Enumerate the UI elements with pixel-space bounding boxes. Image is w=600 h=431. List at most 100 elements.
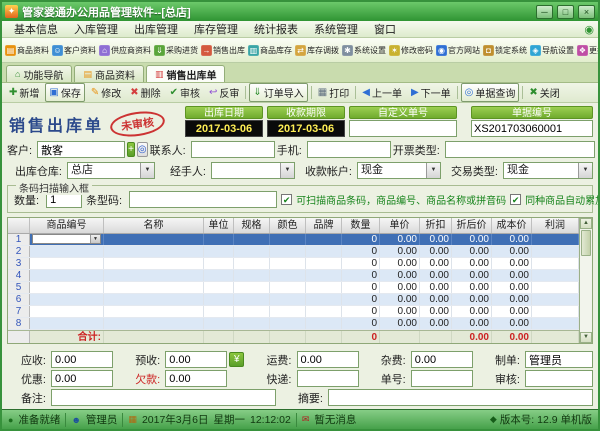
bill-query-button[interactable]: ◎单据查询: [461, 83, 520, 102]
cell-dprice[interactable]: 0.00: [452, 234, 492, 245]
cell-name[interactable]: [104, 258, 204, 269]
cell-discount[interactable]: 0.00: [420, 282, 452, 293]
handler-combo[interactable]: ▼: [211, 162, 295, 179]
cell-spec[interactable]: [234, 270, 270, 281]
cell-spec[interactable]: [234, 246, 270, 257]
auditor-input[interactable]: [525, 370, 593, 387]
warehouse-combo[interactable]: 总店 ▼: [67, 162, 155, 179]
cell-price[interactable]: 0.00: [380, 306, 420, 317]
cell-profit[interactable]: [532, 306, 579, 317]
cell-cost[interactable]: 0.00: [492, 294, 532, 305]
col-discounted-price[interactable]: 折后价: [452, 218, 492, 233]
cell-brand[interactable]: [306, 258, 342, 269]
arrears-input[interactable]: [165, 370, 227, 387]
toolbar-button[interactable]: ◘锁定系统: [482, 43, 528, 58]
cell-discount[interactable]: 0.00: [420, 246, 452, 257]
cell-qty[interactable]: 0: [342, 294, 380, 305]
payment-due-input[interactable]: [267, 120, 345, 137]
cell-color[interactable]: [270, 258, 306, 269]
close-button[interactable]: ×: [578, 5, 595, 19]
toolbar-button[interactable]: ▥商品库存: [247, 43, 293, 58]
col-cost[interactable]: 成本价: [492, 218, 532, 233]
cell-dprice[interactable]: 0.00: [452, 270, 492, 281]
grid-row[interactable]: 800.000.000.000.00: [8, 318, 579, 330]
cell-name[interactable]: [104, 306, 204, 317]
col-name[interactable]: 名称: [104, 218, 204, 233]
toolbar-button[interactable]: ⇄库存调拨: [294, 43, 340, 58]
new-button[interactable]: ✚新增: [6, 84, 42, 101]
cell-unit[interactable]: [204, 306, 234, 317]
maker-input[interactable]: [525, 351, 593, 368]
cell-name[interactable]: [104, 234, 204, 245]
minimize-button[interactable]: ─: [536, 5, 553, 19]
toolbar-button[interactable]: ⌂供应商资料: [98, 43, 152, 58]
cell-qty[interactable]: 0: [342, 234, 380, 245]
col-discount[interactable]: 折扣: [420, 218, 452, 233]
cell-discount[interactable]: 0.00: [420, 318, 452, 329]
cell-qty[interactable]: 0: [342, 318, 380, 329]
cell-profit[interactable]: [532, 318, 579, 329]
cell-cost[interactable]: 0.00: [492, 282, 532, 293]
cell-profit[interactable]: [532, 234, 579, 245]
remark-input[interactable]: [51, 389, 276, 406]
receivable-input[interactable]: [51, 351, 113, 368]
cell-price[interactable]: 0.00: [380, 294, 420, 305]
cell-qty[interactable]: 0: [342, 246, 380, 257]
cell-dprice[interactable]: 0.00: [452, 318, 492, 329]
cell-cost[interactable]: 0.00: [492, 258, 532, 269]
scrollbar-thumb[interactable]: [581, 230, 591, 256]
col-qty[interactable]: 数量: [342, 218, 380, 233]
toolbar-button[interactable]: ◉官方网站: [435, 43, 481, 58]
grid-row[interactable]: 400.000.000.000.00: [8, 270, 579, 282]
cell-discount[interactable]: 0.00: [420, 306, 452, 317]
toolbar-button[interactable]: ✶修改密码: [388, 43, 434, 58]
tab-item[interactable]: ⌂功能导航: [6, 65, 72, 82]
cell-code[interactable]: [30, 282, 104, 293]
edit-button[interactable]: ✎修改: [88, 84, 124, 101]
chevron-down-icon[interactable]: ▼: [578, 163, 592, 178]
cell-code[interactable]: [30, 306, 104, 317]
freight-input[interactable]: [297, 351, 359, 368]
cell-profit[interactable]: [532, 270, 579, 281]
cell-spec[interactable]: [234, 318, 270, 329]
cell-profit[interactable]: [532, 282, 579, 293]
cell-brand[interactable]: [306, 270, 342, 281]
menu-item[interactable]: 统计报表: [246, 20, 306, 38]
cell-cost[interactable]: 0.00: [492, 306, 532, 317]
cell-unit[interactable]: [204, 294, 234, 305]
print-button[interactable]: ▦打印: [315, 84, 352, 101]
cell-spec[interactable]: [234, 234, 270, 245]
col-profit[interactable]: 利润: [532, 218, 579, 233]
misc-fee-input[interactable]: [411, 351, 473, 368]
cell-color[interactable]: [270, 318, 306, 329]
prepaid-input[interactable]: [165, 351, 227, 368]
next-bill-button[interactable]: ▶下一单: [408, 84, 454, 101]
col-color[interactable]: 颜色: [270, 218, 306, 233]
cell-discount[interactable]: 0.00: [420, 234, 452, 245]
titlebar[interactable]: ✦ 管家婆通办公用品管理软件--[总店] ─ □ ×: [2, 2, 598, 21]
save-button[interactable]: ▣保存: [45, 83, 84, 102]
cell-name[interactable]: [104, 294, 204, 305]
phone-input[interactable]: [307, 141, 391, 158]
cell-unit[interactable]: [204, 258, 234, 269]
prepaid-money-icon[interactable]: ¥: [229, 352, 244, 367]
cell-code[interactable]: [30, 270, 104, 281]
toolbar-button[interactable]: ☺客户资料: [51, 43, 97, 58]
cell-name[interactable]: [104, 270, 204, 281]
cell-code[interactable]: [30, 294, 104, 305]
cell-profit[interactable]: [532, 258, 579, 269]
grid-row[interactable]: 1▼00.000.000.000.00: [8, 234, 579, 246]
product-code-combo[interactable]: ▼: [32, 234, 101, 244]
menu-item[interactable]: 系统管理: [306, 20, 366, 38]
menu-item[interactable]: 出库管理: [126, 20, 186, 38]
cell-color[interactable]: [270, 306, 306, 317]
cell-price[interactable]: 0.00: [380, 318, 420, 329]
cell-name[interactable]: [104, 282, 204, 293]
cell-unit[interactable]: [204, 318, 234, 329]
grid-row[interactable]: 200.000.000.000.00: [8, 246, 579, 258]
cell-unit[interactable]: [204, 270, 234, 281]
trade-type-combo[interactable]: 现金 ▼: [503, 162, 593, 179]
cell-price[interactable]: 0.00: [380, 282, 420, 293]
menu-item[interactable]: 入库管理: [66, 20, 126, 38]
toolbar-button[interactable]: →销售出库: [200, 43, 246, 58]
